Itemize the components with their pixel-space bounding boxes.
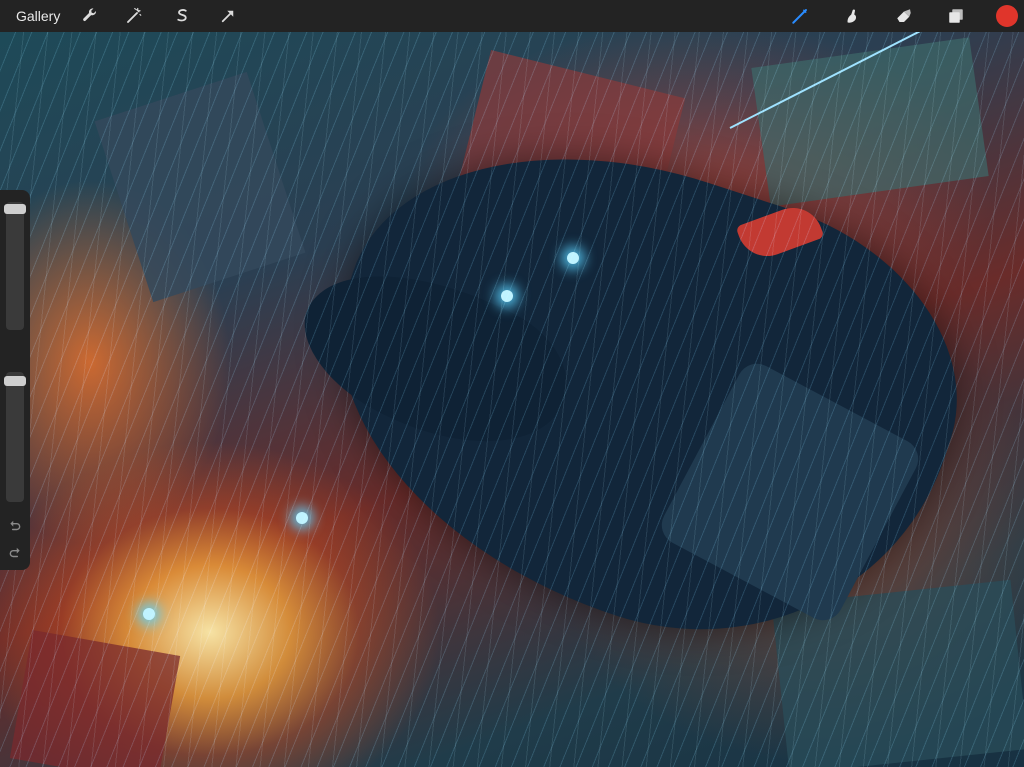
brush-opacity-slider-thumb[interactable]: [4, 376, 26, 386]
brush-size-slider-thumb[interactable]: [4, 204, 26, 214]
transform-arrow-icon[interactable]: [216, 4, 240, 28]
top-toolbar: Gallery: [0, 0, 1024, 32]
painted-rain-streaks: [0, 32, 1024, 767]
magic-wand-icon[interactable]: [122, 4, 146, 28]
brush-opacity-slider[interactable]: [6, 372, 24, 502]
drawing-canvas[interactable]: [0, 32, 1024, 767]
procreate-app: Gallery: [0, 0, 1024, 767]
eraser-icon[interactable]: [892, 4, 916, 28]
left-sidebar: [0, 190, 30, 570]
brush-size-slider[interactable]: [6, 202, 24, 330]
layers-icon[interactable]: [944, 4, 968, 28]
smudge-icon[interactable]: [840, 4, 864, 28]
color-picker-swatch[interactable]: [996, 5, 1018, 27]
selection-icon[interactable]: [170, 4, 194, 28]
brush-icon[interactable]: [788, 4, 812, 28]
gallery-button[interactable]: Gallery: [16, 8, 60, 24]
undo-icon[interactable]: [5, 516, 25, 536]
wrench-icon[interactable]: [78, 4, 102, 28]
redo-icon[interactable]: [5, 543, 25, 563]
